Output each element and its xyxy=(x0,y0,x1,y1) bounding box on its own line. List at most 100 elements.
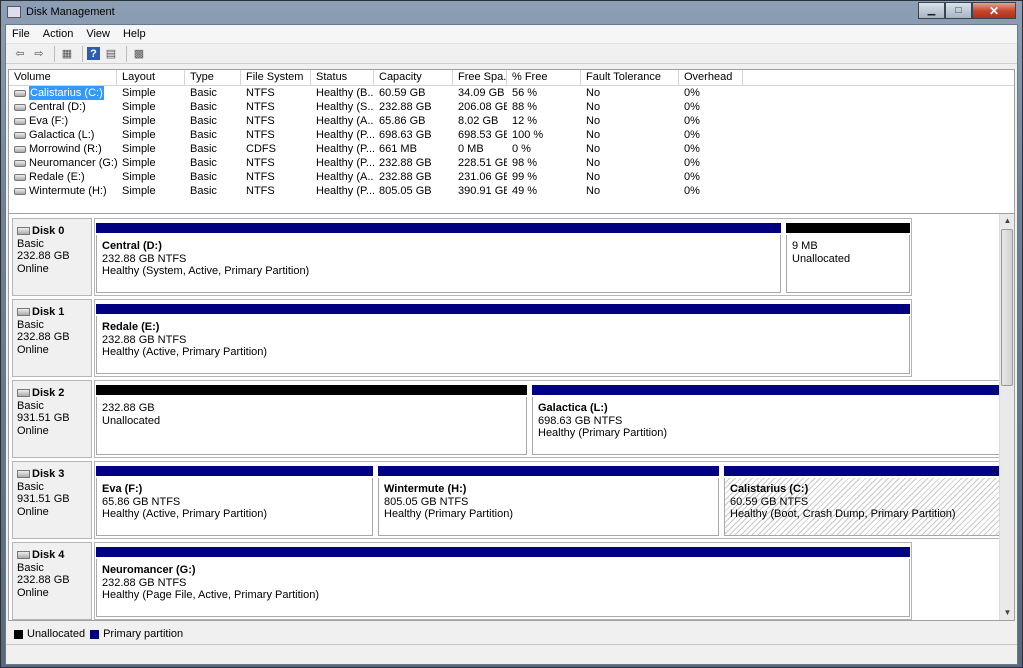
disk-name: Disk 0 xyxy=(17,225,91,238)
back-arrow-icon[interactable]: ⇦ xyxy=(12,46,28,62)
cell-capacity: 232.88 GB xyxy=(379,101,432,113)
disk-name-label: Disk 4 xyxy=(32,549,65,561)
column-header-type[interactable]: Type xyxy=(185,70,241,85)
cell-status: Healthy (A... xyxy=(316,115,374,127)
cell-free-space: 0 MB xyxy=(458,143,484,155)
cell-volume: Central (D:) xyxy=(9,100,117,114)
rescan-icon[interactable]: ▩ xyxy=(131,46,147,62)
properties-icon[interactable]: ▦ xyxy=(59,46,75,62)
cell-overhead: 0% xyxy=(684,129,700,141)
column-header-volume[interactable]: Volume xyxy=(9,70,117,85)
volume-row[interactable]: Wintermute (H:) Simple Basic NTFS Healthy (P… xyxy=(9,184,1014,198)
unallocated-space[interactable]: 9 MB Unallocated xyxy=(786,223,910,293)
cell-volume: Neuromancer (G:) xyxy=(9,156,117,170)
unallocated-space[interactable]: 232.88 GB Unallocated xyxy=(96,385,527,455)
cell-free-space: 390.91 GB xyxy=(458,185,507,197)
cell-overhead: 0% xyxy=(684,87,700,99)
disk-name: Disk 2 xyxy=(17,387,91,400)
volume-row[interactable]: Redale (E:) Simple Basic NTFS Healthy (A... 2… xyxy=(9,170,1014,184)
partition-status: Healthy (Active, Primary Partition) xyxy=(102,508,268,520)
disk-info[interactable]: Disk 3 Basic 931.51 GB Online xyxy=(12,461,92,539)
column-header-status[interactable]: Status xyxy=(311,70,374,85)
partition-status: Healthy (Primary Partition) xyxy=(384,508,513,520)
column-header-free-space[interactable]: Free Spa... xyxy=(453,70,507,85)
vertical-scrollbar[interactable]: ▲ ▼ xyxy=(999,214,1014,620)
cell-status: Healthy (P... xyxy=(316,185,374,197)
disk-size: 232.88 GB xyxy=(17,574,70,586)
column-header-layout[interactable]: Layout xyxy=(117,70,185,85)
cell-capacity: 232.88 GB xyxy=(379,171,432,183)
volume-row[interactable]: Eva (F:) Simple Basic NTFS Healthy (A... 65.8… xyxy=(9,114,1014,128)
disk-size: 232.88 GB xyxy=(17,250,70,262)
cell-percent-free: 99 % xyxy=(512,171,538,183)
cell-file-system: NTFS xyxy=(246,157,275,169)
menu-help[interactable]: Help xyxy=(123,28,146,40)
partition-status: Healthy (System, Active, Primary Partiti… xyxy=(102,265,310,277)
help-icon[interactable]: ? xyxy=(87,47,100,60)
settings-icon[interactable]: ▤ xyxy=(103,46,119,62)
volume-row[interactable]: Galactica (L:) Simple Basic NTFS Healthy (P.… xyxy=(9,128,1014,142)
menu-file[interactable]: File xyxy=(12,28,30,40)
disk-name-label: Disk 0 xyxy=(32,225,65,237)
primary-partition[interactable]: Eva (F:) 65.86 GB NTFS Healthy (Active, Pr… xyxy=(96,466,373,536)
column-header-file-system[interactable]: File System xyxy=(241,70,311,85)
primary-partition[interactable]: Central (D:) 232.88 GB NTFS Healthy (Syste… xyxy=(96,223,781,293)
disk-info[interactable]: Disk 4 Basic 232.88 GB Online xyxy=(12,542,92,620)
disk-info[interactable]: Disk 2 Basic 931.51 GB Online xyxy=(12,380,92,458)
cell-layout: Simple xyxy=(122,87,156,99)
close-button[interactable]: ✕ xyxy=(972,2,1016,19)
disk-partition-area: 232.88 GB Unallocated Galactica (L:) 698.63… xyxy=(94,380,1004,458)
partition-status: Unallocated xyxy=(102,414,161,427)
toolbar: ⇦ ⇨ ▦ ? ▤ ▩ xyxy=(6,44,1017,64)
partition-bar xyxy=(96,385,527,395)
scrollbar-thumb[interactable] xyxy=(1001,229,1013,386)
partition-status: Healthy (Boot, Crash Dump, Primary Parti… xyxy=(730,508,956,520)
cell-type: Basic xyxy=(190,143,217,155)
cell-fault-tolerance: No xyxy=(586,129,601,141)
cell-status: Healthy (A... xyxy=(316,171,374,183)
volume-row[interactable]: Central (D:) Simple Basic NTFS Healthy (S...… xyxy=(9,100,1014,114)
primary-partition[interactable]: Galactica (L:) 698.63 GB NTFS Healthy (Pri… xyxy=(532,385,1002,455)
scroll-up-icon[interactable]: ▲ xyxy=(1000,214,1014,228)
column-header-percent-free[interactable]: % Free xyxy=(507,70,581,85)
volume-row[interactable]: Morrowind (R:) Simple Basic CDFS Healthy (P.… xyxy=(9,142,1014,156)
primary-partition[interactable]: Calistarius (C:) 60.59 GB NTFS Healthy (Bo… xyxy=(724,466,1002,536)
cell-free-space: 228.51 GB xyxy=(458,157,507,169)
partition-body: Wintermute (H:) 805.05 GB NTFS Healthy (Pr… xyxy=(378,478,719,536)
cell-percent-free: 56 % xyxy=(512,87,538,99)
cell-status: Healthy (P... xyxy=(316,143,374,155)
title-bar[interactable]: Disk Management ▁ □ ✕ xyxy=(1,1,1022,23)
disk-icon xyxy=(17,551,30,560)
cell-status: Healthy (P... xyxy=(316,157,374,169)
scroll-down-icon[interactable]: ▼ xyxy=(1000,606,1014,620)
maximize-button[interactable]: □ xyxy=(945,2,972,19)
column-header-overhead[interactable]: Overhead xyxy=(679,70,743,85)
disk-info[interactable]: Disk 0 Basic 232.88 GB Online xyxy=(12,218,92,296)
minimize-icon: ▁ xyxy=(927,5,936,16)
partition-body: Eva (F:) 65.86 GB NTFS Healthy (Active, Pr… xyxy=(96,478,373,536)
toolbar-separator xyxy=(126,45,127,62)
column-header-fault-tolerance[interactable]: Fault Tolerance xyxy=(581,70,679,85)
minimize-button[interactable]: ▁ xyxy=(918,2,945,19)
cell-status: Healthy (P... xyxy=(316,129,374,141)
volume-row[interactable]: Calistarius (C:) Simple Basic NTFS Healthy (… xyxy=(9,86,1014,100)
disk-status: Online xyxy=(17,424,49,437)
menu-view[interactable]: View xyxy=(86,28,110,40)
disk-info[interactable]: Disk 1 Basic 232.88 GB Online xyxy=(12,299,92,377)
disk-type: Basic xyxy=(17,399,44,412)
primary-partition[interactable]: Redale (E:) 232.88 GB NTFS Healthy (Active… xyxy=(96,304,910,374)
primary-partition[interactable]: Neuromancer (G:) 232.88 GB NTFS Healthy (P… xyxy=(96,547,910,617)
disk-status: Online xyxy=(17,262,49,275)
forward-arrow-icon[interactable]: ⇨ xyxy=(31,46,47,62)
cell-type: Basic xyxy=(190,185,217,197)
volume-row[interactable]: Neuromancer (G:) Simple Basic NTFS Healthy (… xyxy=(9,156,1014,170)
disk-icon xyxy=(17,227,30,236)
column-header-capacity[interactable]: Capacity xyxy=(374,70,453,85)
primary-partition[interactable]: Wintermute (H:) 805.05 GB NTFS Healthy (Pr… xyxy=(378,466,719,536)
menu-action[interactable]: Action xyxy=(43,28,74,40)
partition-bar xyxy=(96,223,781,233)
drive-icon xyxy=(14,187,26,195)
volume-name: Neuromancer (G:) xyxy=(29,157,117,169)
partition-status: Healthy (Primary Partition) xyxy=(538,427,667,439)
cell-percent-free: 0 % xyxy=(512,143,531,155)
